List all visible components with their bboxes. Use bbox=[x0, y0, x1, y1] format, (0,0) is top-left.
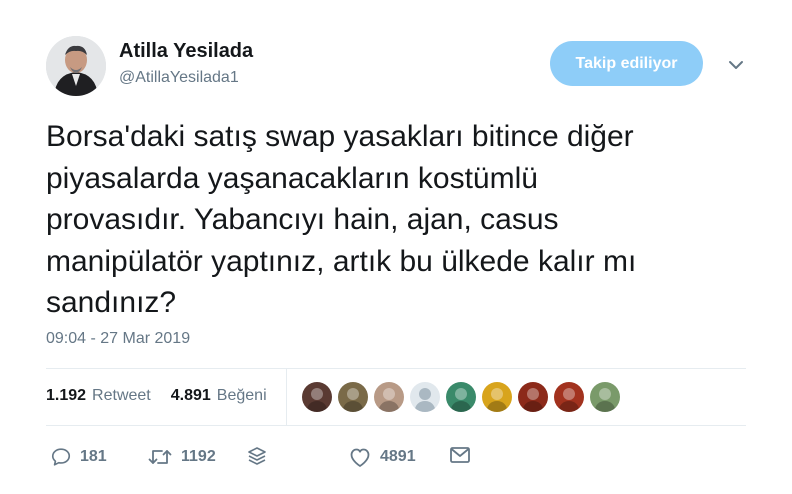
likers-avatar-list bbox=[302, 382, 620, 412]
reply-count: 181 bbox=[80, 448, 107, 465]
liker-avatar[interactable] bbox=[338, 382, 368, 412]
like-count: 4891 bbox=[380, 448, 416, 465]
retweet-button[interactable]: 1192 bbox=[147, 446, 216, 468]
avatar-photo-icon bbox=[302, 382, 332, 412]
avatar-photo-icon bbox=[338, 382, 368, 412]
retweet-stat-count[interactable]: 1.192 bbox=[46, 387, 86, 405]
divider bbox=[46, 368, 746, 369]
liker-avatar[interactable] bbox=[482, 382, 512, 412]
direct-message-button[interactable] bbox=[449, 446, 471, 464]
like-stat-label[interactable]: Beğeni bbox=[217, 387, 267, 405]
avatar-photo-icon bbox=[374, 382, 404, 412]
stack-layers-icon bbox=[248, 447, 266, 465]
tweet-text-line: provasıdır. Yabancıyı hain, ajan, casus bbox=[46, 203, 559, 236]
tweet-text-line: manipülatör yaptınız, artık bu ülkede ka… bbox=[46, 244, 637, 278]
retweet-count: 1192 bbox=[181, 448, 216, 465]
tweet-timestamp[interactable]: 09:04 - 27 Mar 2019 bbox=[46, 330, 190, 348]
tweet-stats: 1.192 Retweet 4.891 Beğeni bbox=[46, 387, 267, 405]
tweet-text: Borsa'daki satış swap yasakları bitince … bbox=[46, 116, 766, 324]
like-button[interactable]: 4891 bbox=[348, 446, 416, 468]
stack-button[interactable] bbox=[247, 446, 267, 466]
liker-avatar[interactable] bbox=[554, 382, 584, 412]
divider bbox=[46, 425, 746, 426]
retweet-stat-label[interactable]: Retweet bbox=[92, 387, 151, 405]
author-handle[interactable]: @AtillaYesilada1 bbox=[119, 69, 239, 87]
liker-avatar[interactable] bbox=[374, 382, 404, 412]
liker-avatar[interactable] bbox=[302, 382, 332, 412]
heart-icon bbox=[350, 448, 370, 467]
avatar-photo-icon bbox=[518, 382, 548, 412]
avatar-photo-icon bbox=[482, 382, 512, 412]
author-avatar[interactable] bbox=[46, 36, 106, 96]
author-name[interactable]: Atilla Yesilada bbox=[119, 40, 253, 63]
following-button[interactable]: Takip ediliyor bbox=[550, 41, 703, 86]
avatar-photo-icon bbox=[590, 382, 620, 412]
stats-separator bbox=[286, 369, 287, 425]
tweet-text-line: piyasalarda yaşanacakların kostümlü bbox=[46, 161, 538, 195]
retweet-icon bbox=[148, 450, 172, 464]
chevron-down-icon[interactable] bbox=[726, 58, 746, 72]
liker-avatar[interactable] bbox=[446, 382, 476, 412]
avatar-photo-icon bbox=[446, 382, 476, 412]
tweet-text-line: sandınız? bbox=[46, 286, 177, 319]
tweet-text-line: Borsa'daki satış swap yasakları bitince … bbox=[46, 120, 634, 153]
liker-avatar[interactable] bbox=[410, 382, 440, 412]
liker-avatar[interactable] bbox=[518, 382, 548, 412]
default-avatar-icon bbox=[410, 382, 440, 412]
reply-button[interactable]: 181 bbox=[50, 446, 107, 468]
like-stat-count[interactable]: 4.891 bbox=[171, 387, 211, 405]
avatar-photo-icon bbox=[554, 382, 584, 412]
reply-icon bbox=[51, 448, 71, 466]
envelope-icon bbox=[450, 447, 470, 463]
liker-avatar[interactable] bbox=[590, 382, 620, 412]
